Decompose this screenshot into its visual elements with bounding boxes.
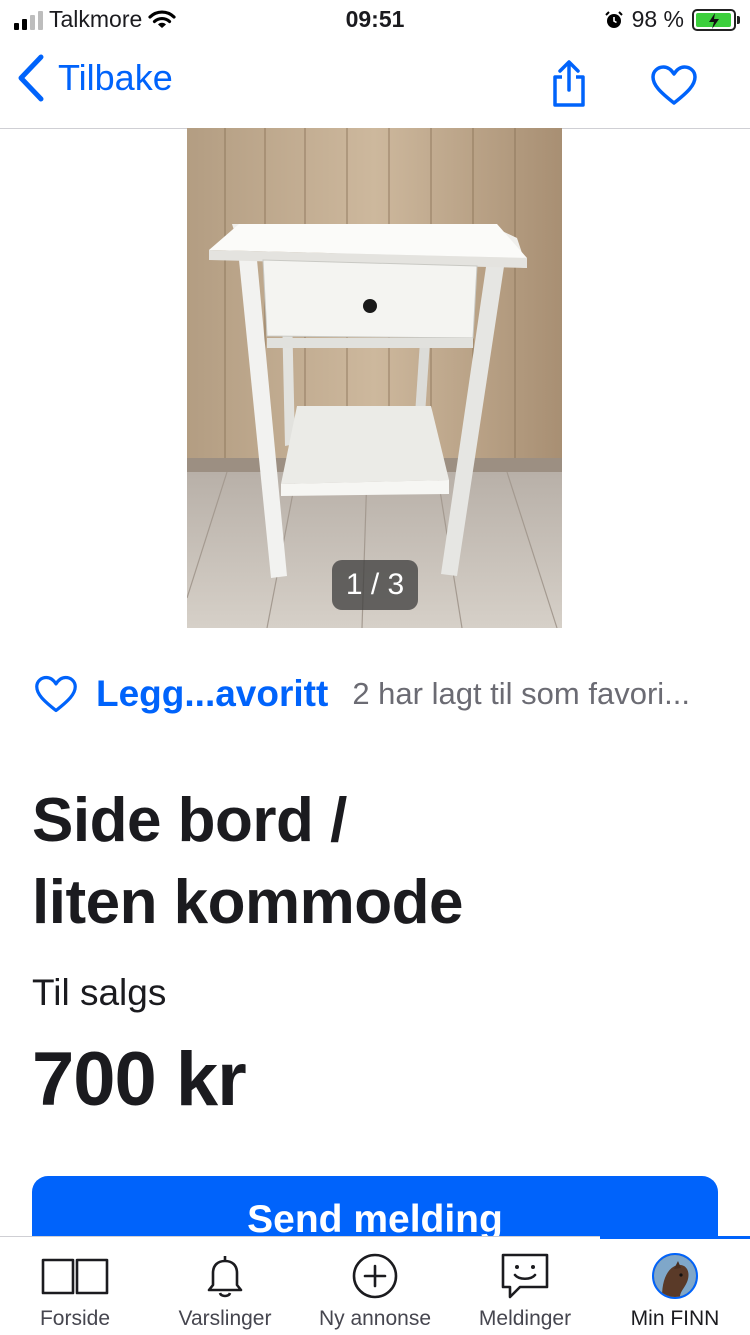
tab-label: Min FINN — [630, 1307, 720, 1330]
tab-varslinger[interactable]: Varslinger — [150, 1251, 300, 1331]
chat-icon — [501, 1253, 549, 1299]
status-bar: Talkmore 09:51 98 % — [0, 0, 750, 42]
back-label: Tilbake — [58, 57, 173, 98]
book-icon — [41, 1258, 109, 1295]
battery-percent: 98 % — [631, 6, 684, 32]
price: 700 kr — [32, 1037, 247, 1122]
share-icon — [553, 60, 585, 107]
tab-ny-annonse[interactable]: Ny annonse — [300, 1251, 450, 1331]
listing-photo[interactable]: 1 / 3 — [187, 128, 562, 628]
tab-meldinger[interactable]: Meldinger — [450, 1251, 600, 1331]
tab-label: Varslinger — [178, 1307, 272, 1330]
active-tab-indicator — [600, 1236, 750, 1239]
battery-icon — [692, 8, 740, 31]
listing-title: Side bord / liten kommode — [32, 780, 712, 944]
plus-circle-icon — [352, 1253, 398, 1299]
favorite-count: 2 har lagt til som favori... — [352, 676, 690, 711]
status-right: 98 % — [604, 6, 740, 33]
avatar — [652, 1253, 698, 1299]
tab-bar: Forside Varslinger Ny annonse Meldinger … — [0, 1236, 750, 1335]
add-favorite-link[interactable]: Legg...avoritt — [96, 673, 328, 715]
title-line-2: liten kommode — [32, 868, 464, 937]
photo-counter: 1 / 3 — [332, 560, 418, 610]
heart-icon[interactable] — [34, 674, 78, 714]
chevron-left-icon — [18, 54, 44, 102]
share-button[interactable] — [550, 60, 588, 113]
tab-label: Meldinger — [478, 1307, 572, 1330]
alarm-icon — [604, 10, 623, 28]
heart-icon — [651, 65, 697, 105]
bell-icon — [207, 1256, 243, 1298]
tab-min-finn[interactable]: Min FINN — [600, 1251, 750, 1331]
tab-label: Forside — [39, 1307, 111, 1330]
tab-label: Ny annonse — [318, 1307, 432, 1330]
sale-type: Til salgs — [32, 972, 167, 1013]
back-button[interactable]: Tilbake — [16, 54, 173, 102]
nav-bar: Tilbake — [0, 42, 750, 129]
tab-forside[interactable]: Forside — [0, 1251, 150, 1331]
nightstand-photo — [187, 128, 562, 628]
favorite-button[interactable] — [650, 64, 698, 111]
favorite-row: Legg...avoritt 2 har lagt til som favori… — [34, 664, 734, 724]
title-line-1: Side bord / — [32, 786, 347, 855]
